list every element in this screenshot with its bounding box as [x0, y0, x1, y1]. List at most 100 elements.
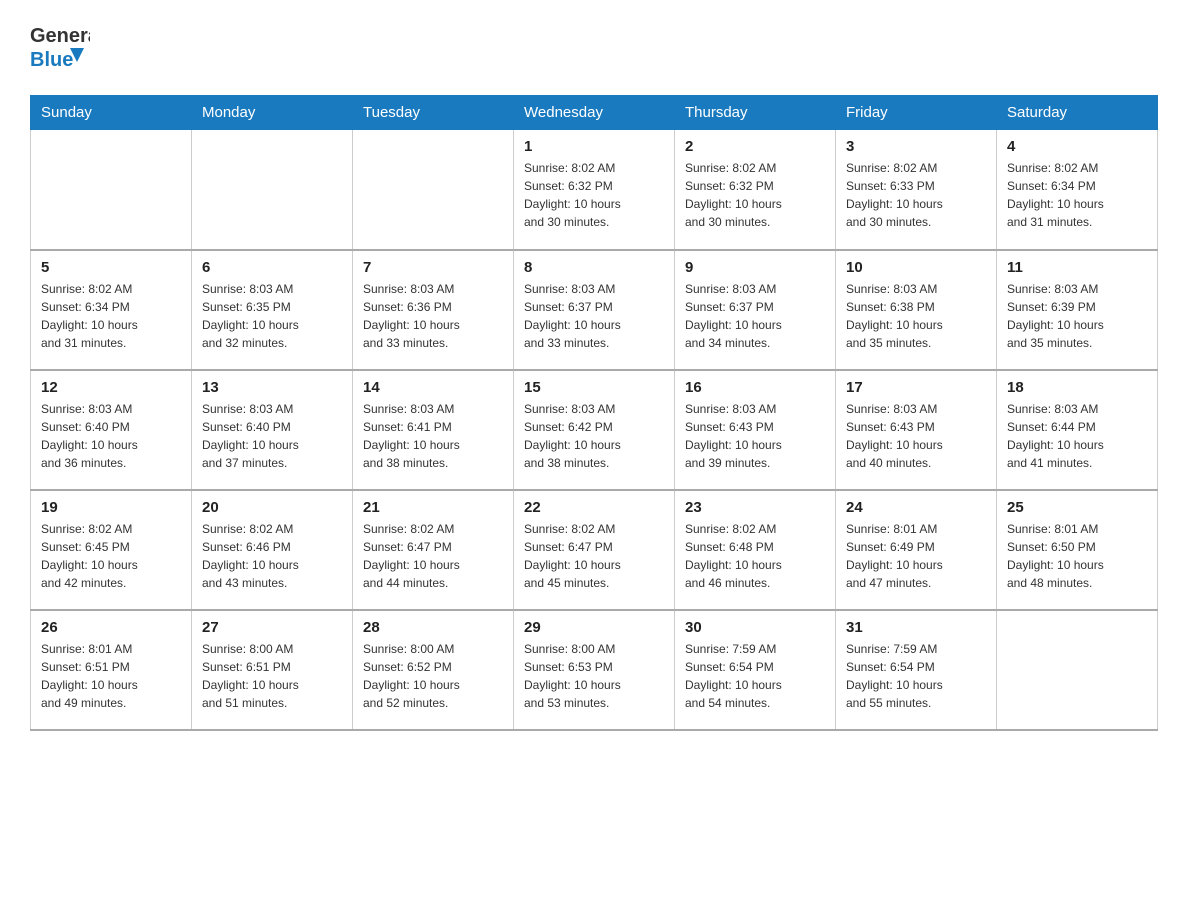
day-number: 14: [363, 379, 503, 396]
day-info: Sunrise: 8:03 AM Sunset: 6:38 PM Dayligh…: [846, 280, 986, 352]
day-info: Sunrise: 8:03 AM Sunset: 6:35 PM Dayligh…: [202, 280, 342, 352]
calendar-week-row: 12Sunrise: 8:03 AM Sunset: 6:40 PM Dayli…: [31, 370, 1158, 490]
day-info: Sunrise: 8:03 AM Sunset: 6:37 PM Dayligh…: [685, 280, 825, 352]
calendar-cell: 28 Sunrise: 8:00 AM Sunset: 6:52 PM Dayli…: [353, 610, 514, 730]
day-number: 19: [41, 499, 181, 516]
day-number: 21: [363, 499, 503, 516]
day-number: 15: [524, 379, 664, 396]
day-info: Sunrise: 8:03 AM Sunset: 6:40 PM Dayligh…: [202, 400, 342, 472]
day-number: 28: [363, 619, 503, 636]
calendar-cell: 18 Sunrise: 8:03 AM Sunset: 6:44 PM Dayli…: [997, 370, 1158, 490]
svg-text:Blue: Blue: [30, 49, 73, 71]
day-number: 7: [363, 259, 503, 276]
calendar-cell: 2 Sunrise: 8:02 AM Sunset: 6:32 PM Daylig…: [675, 130, 836, 250]
day-number: 29: [524, 619, 664, 636]
header-friday: Friday: [836, 96, 997, 130]
day-info: Sunrise: 7:59 AM Sunset: 6:54 PM Dayligh…: [846, 640, 986, 712]
calendar-cell: 19 Sunrise: 8:02 AM Sunset: 6:45 PM Dayli…: [31, 490, 192, 610]
day-number: 31: [846, 619, 986, 636]
day-info: Sunrise: 8:01 AM Sunset: 6:49 PM Dayligh…: [846, 520, 986, 592]
calendar-cell: 30 Sunrise: 7:59 AM Sunset: 6:54 PM Dayli…: [675, 610, 836, 730]
calendar-cell: 7 Sunrise: 8:03 AM Sunset: 6:36 PM Daylig…: [353, 250, 514, 370]
logo-icon: General Blue: [30, 20, 90, 75]
day-info: Sunrise: 8:03 AM Sunset: 6:42 PM Dayligh…: [524, 400, 664, 472]
calendar-cell: 26 Sunrise: 8:01 AM Sunset: 6:51 PM Dayli…: [31, 610, 192, 730]
day-number: 11: [1007, 259, 1147, 276]
day-info: Sunrise: 8:02 AM Sunset: 6:34 PM Dayligh…: [1007, 159, 1147, 231]
calendar-cell: 21 Sunrise: 8:02 AM Sunset: 6:47 PM Dayli…: [353, 490, 514, 610]
day-number: 1: [524, 138, 664, 155]
day-info: Sunrise: 8:03 AM Sunset: 6:40 PM Dayligh…: [41, 400, 181, 472]
calendar-cell: 8Sunrise: 8:03 AM Sunset: 6:37 PM Daylig…: [514, 250, 675, 370]
day-info: Sunrise: 8:01 AM Sunset: 6:51 PM Dayligh…: [41, 640, 181, 712]
day-number: 24: [846, 499, 986, 516]
calendar-cell: 6 Sunrise: 8:03 AM Sunset: 6:35 PM Daylig…: [192, 250, 353, 370]
day-number: 3: [846, 138, 986, 155]
day-number: 26: [41, 619, 181, 636]
calendar-cell: 10Sunrise: 8:03 AM Sunset: 6:38 PM Dayli…: [836, 250, 997, 370]
day-number: 16: [685, 379, 825, 396]
day-info: Sunrise: 8:03 AM Sunset: 6:43 PM Dayligh…: [846, 400, 986, 472]
day-info: Sunrise: 8:02 AM Sunset: 6:46 PM Dayligh…: [202, 520, 342, 592]
header-saturday: Saturday: [997, 96, 1158, 130]
header-sunday: Sunday: [31, 96, 192, 130]
day-number: 30: [685, 619, 825, 636]
calendar-week-row: 1 Sunrise: 8:02 AM Sunset: 6:32 PM Daylig…: [31, 130, 1158, 250]
day-number: 13: [202, 379, 342, 396]
day-number: 6: [202, 259, 342, 276]
day-info: Sunrise: 8:02 AM Sunset: 6:48 PM Dayligh…: [685, 520, 825, 592]
day-info: Sunrise: 8:03 AM Sunset: 6:43 PM Dayligh…: [685, 400, 825, 472]
day-info: Sunrise: 8:03 AM Sunset: 6:36 PM Dayligh…: [363, 280, 503, 352]
calendar-cell: 1 Sunrise: 8:02 AM Sunset: 6:32 PM Daylig…: [514, 130, 675, 250]
day-number: 18: [1007, 379, 1147, 396]
calendar-cell: 9 Sunrise: 8:03 AM Sunset: 6:37 PM Daylig…: [675, 250, 836, 370]
day-info: Sunrise: 8:00 AM Sunset: 6:53 PM Dayligh…: [524, 640, 664, 712]
day-number: 5: [41, 259, 181, 276]
calendar-cell: 25Sunrise: 8:01 AM Sunset: 6:50 PM Dayli…: [997, 490, 1158, 610]
calendar-cell: 14Sunrise: 8:03 AM Sunset: 6:41 PM Dayli…: [353, 370, 514, 490]
calendar-cell: [997, 610, 1158, 730]
day-info: Sunrise: 7:59 AM Sunset: 6:54 PM Dayligh…: [685, 640, 825, 712]
header-thursday: Thursday: [675, 96, 836, 130]
calendar-table: SundayMondayTuesdayWednesdayThursdayFrid…: [30, 95, 1158, 731]
calendar-cell: 17 Sunrise: 8:03 AM Sunset: 6:43 PM Dayli…: [836, 370, 997, 490]
day-number: 25: [1007, 499, 1147, 516]
header-tuesday: Tuesday: [353, 96, 514, 130]
calendar-cell: 31 Sunrise: 7:59 AM Sunset: 6:54 PM Dayli…: [836, 610, 997, 730]
calendar-cell: 23 Sunrise: 8:02 AM Sunset: 6:48 PM Dayli…: [675, 490, 836, 610]
calendar-cell: 29 Sunrise: 8:00 AM Sunset: 6:53 PM Dayli…: [514, 610, 675, 730]
day-info: Sunrise: 8:02 AM Sunset: 6:32 PM Dayligh…: [524, 159, 664, 231]
calendar-cell: 20 Sunrise: 8:02 AM Sunset: 6:46 PM Dayli…: [192, 490, 353, 610]
calendar-cell: 4Sunrise: 8:02 AM Sunset: 6:34 PM Daylig…: [997, 130, 1158, 250]
logo: General Blue: [30, 20, 90, 75]
calendar-cell: 22Sunrise: 8:02 AM Sunset: 6:47 PM Dayli…: [514, 490, 675, 610]
calendar-cell: 11Sunrise: 8:03 AM Sunset: 6:39 PM Dayli…: [997, 250, 1158, 370]
calendar-cell: 24 Sunrise: 8:01 AM Sunset: 6:49 PM Dayli…: [836, 490, 997, 610]
day-number: 27: [202, 619, 342, 636]
day-info: Sunrise: 8:02 AM Sunset: 6:47 PM Dayligh…: [363, 520, 503, 592]
calendar-cell: [192, 130, 353, 250]
day-number: 20: [202, 499, 342, 516]
day-number: 8: [524, 259, 664, 276]
day-number: 23: [685, 499, 825, 516]
day-info: Sunrise: 8:00 AM Sunset: 6:52 PM Dayligh…: [363, 640, 503, 712]
calendar-cell: 15 Sunrise: 8:03 AM Sunset: 6:42 PM Dayli…: [514, 370, 675, 490]
day-info: Sunrise: 8:02 AM Sunset: 6:47 PM Dayligh…: [524, 520, 664, 592]
header-wednesday: Wednesday: [514, 96, 675, 130]
calendar-cell: 16 Sunrise: 8:03 AM Sunset: 6:43 PM Dayli…: [675, 370, 836, 490]
day-info: Sunrise: 8:02 AM Sunset: 6:33 PM Dayligh…: [846, 159, 986, 231]
header-monday: Monday: [192, 96, 353, 130]
day-info: Sunrise: 8:02 AM Sunset: 6:45 PM Dayligh…: [41, 520, 181, 592]
day-number: 9: [685, 259, 825, 276]
calendar-cell: 12Sunrise: 8:03 AM Sunset: 6:40 PM Dayli…: [31, 370, 192, 490]
calendar-cell: [353, 130, 514, 250]
day-info: Sunrise: 8:03 AM Sunset: 6:44 PM Dayligh…: [1007, 400, 1147, 472]
calendar-cell: [31, 130, 192, 250]
day-number: 17: [846, 379, 986, 396]
calendar-header-row: SundayMondayTuesdayWednesdayThursdayFrid…: [31, 96, 1158, 130]
day-number: 2: [685, 138, 825, 155]
day-info: Sunrise: 8:02 AM Sunset: 6:32 PM Dayligh…: [685, 159, 825, 231]
day-info: Sunrise: 8:02 AM Sunset: 6:34 PM Dayligh…: [41, 280, 181, 352]
calendar-week-row: 26 Sunrise: 8:01 AM Sunset: 6:51 PM Dayli…: [31, 610, 1158, 730]
calendar-cell: 13 Sunrise: 8:03 AM Sunset: 6:40 PM Dayli…: [192, 370, 353, 490]
